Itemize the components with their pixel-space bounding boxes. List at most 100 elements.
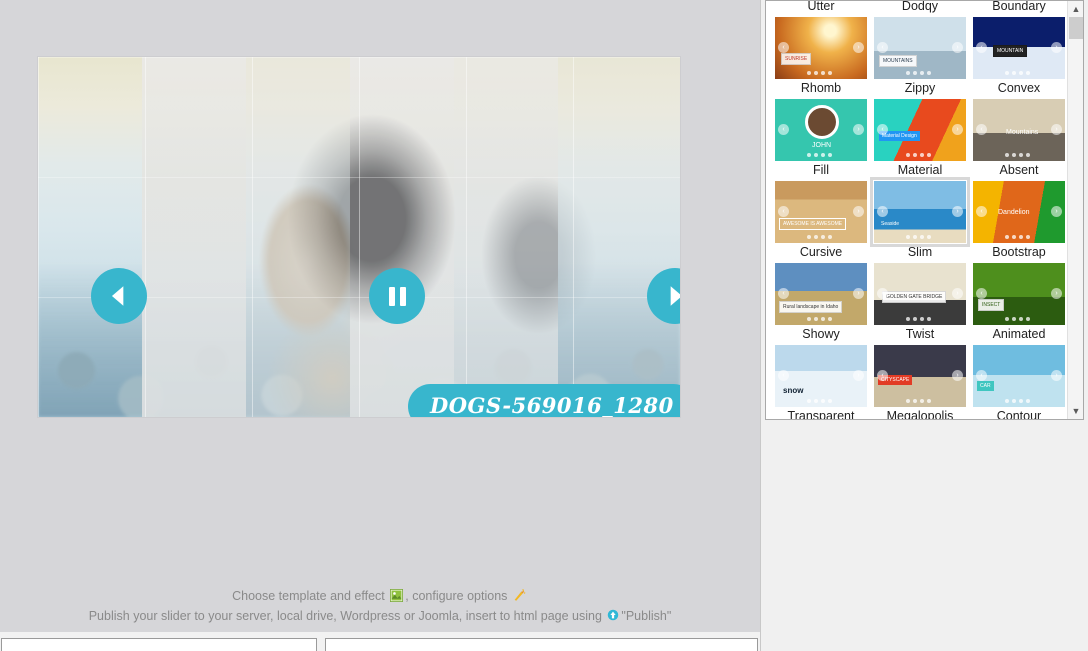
thumbnail-next-arrow-icon: › <box>952 206 963 217</box>
template-label: Dodqy <box>901 0 939 13</box>
slide-caption: DOGS-569016_1280 <box>408 384 680 417</box>
template-label: Animated <box>992 327 1046 341</box>
domino-strip <box>246 57 350 417</box>
template-item-cursive[interactable]: AWESOME IS AWESOME ‹ › Cursive <box>772 181 870 263</box>
template-thumbnail: INSECT ‹ › <box>973 263 1065 325</box>
thumbnail-prev-arrow-icon: ‹ <box>976 124 987 135</box>
template-item-twist[interactable]: GOLDEN GATE BRIDGE ‹ › Twist <box>871 263 969 345</box>
thumbnail-bullets <box>1005 235 1030 239</box>
thumbnail-prev-arrow-icon: ‹ <box>877 288 888 299</box>
slider-preview-stage[interactable]: DOGS-569016_1280 <box>38 57 680 417</box>
thumbnail-caption-chip: MOUNTAIN <box>993 45 1028 57</box>
domino-strip <box>142 57 246 417</box>
template-item-dodqy[interactable]: ‹›Dodqy <box>871 0 969 17</box>
template-label: Zippy <box>904 81 936 95</box>
template-label: Convex <box>997 81 1041 95</box>
thumbnail-prev-arrow-icon: ‹ <box>976 206 987 217</box>
template-label: Cursive <box>799 245 843 259</box>
template-label: Material <box>897 163 943 177</box>
scroll-up-button[interactable]: ▲ <box>1068 1 1083 17</box>
pause-icon-bar-right <box>399 286 406 306</box>
thumbnail-caption-chip: snow <box>783 386 804 395</box>
thumbnail-next-arrow-icon: › <box>1051 124 1062 135</box>
thumbnail-next-arrow-icon: › <box>853 288 864 299</box>
hint-line-2-part-b: "Publish" <box>621 609 672 623</box>
template-item-boundary[interactable]: Elegant Cat‹›Boundary <box>970 0 1068 17</box>
template-item-transparent[interactable]: snow ‹ › Transparent <box>772 345 870 419</box>
scroll-down-button[interactable]: ▼ <box>1068 403 1083 419</box>
thumbnail-prev-arrow-icon: ‹ <box>877 370 888 381</box>
thumbnail-prev-arrow-icon: ‹ <box>778 288 789 299</box>
template-label: Absent <box>999 163 1039 177</box>
thumbnail-prev-arrow-icon: ‹ <box>778 42 789 53</box>
template-item-showy[interactable]: Rural landscape in Idaho ‹ › Showy <box>772 263 870 345</box>
hint-text: Choose template and effect , configure o… <box>0 586 760 626</box>
thumbnail-caption-chip: Rural landscape in Idaho <box>779 301 843 313</box>
template-thumbnail: MOUNTAIN ‹ › <box>973 17 1065 79</box>
template-item-absent[interactable]: Mountains ‹ › Absent <box>970 99 1068 181</box>
thumbnail-caption-chip: Dandelion <box>998 209 1030 216</box>
thumbnail-next-arrow-icon: › <box>853 42 864 53</box>
template-thumbnail: Seaside ‹ › <box>870 177 970 247</box>
thumbnail-next-arrow-icon: › <box>853 206 864 217</box>
domino-strip <box>350 57 454 417</box>
template-picture-icon <box>390 589 404 602</box>
thumbnail-bullets <box>906 71 931 75</box>
template-thumbnail: Dandelion ‹ › <box>973 181 1065 243</box>
thumbnail-bullets <box>1005 71 1030 75</box>
template-label: Boundary <box>992 0 1046 13</box>
template-item-convex[interactable]: MOUNTAIN ‹ › Convex <box>970 17 1068 99</box>
thumbnail-bullets <box>1005 399 1030 403</box>
template-item-animated[interactable]: INSECT ‹ › Animated <box>970 263 1068 345</box>
template-item-contour[interactable]: CAR ‹ › Contour <box>970 345 1068 420</box>
avatar <box>805 105 839 139</box>
slider-pause-button[interactable] <box>369 268 425 324</box>
bottom-pane-left[interactable] <box>1 638 317 651</box>
preview-area: DOGS-569016_1280 Choose template and eff… <box>0 0 760 623</box>
template-item-bootstrap[interactable]: Dandelion ‹ › Bootstrap <box>970 181 1068 263</box>
hint-line-2-part-a: Publish your slider to your server, loca… <box>88 609 602 623</box>
chevron-right-icon <box>670 286 680 306</box>
thumbnail-bullets <box>807 399 832 403</box>
thumbnail-prev-arrow-icon: ‹ <box>877 124 888 135</box>
thumbnail-bullets <box>807 71 832 75</box>
slider-prev-button[interactable] <box>91 268 147 324</box>
template-label: Slim <box>907 245 933 259</box>
thumbnail-next-arrow-icon: › <box>1051 42 1062 53</box>
template-item-megalopolis[interactable]: CITYSCAPE ‹ › Megalopolis <box>871 345 969 420</box>
template-thumbnail: Rural landscape in Idaho ‹ › <box>775 263 867 325</box>
thumbnail-bullets <box>906 153 931 157</box>
template-gallery-scrollbar[interactable]: ▲ ▼ <box>1067 1 1083 419</box>
publish-upload-icon <box>608 609 619 621</box>
template-item-fill[interactable]: JOHN ‹ › Fill <box>772 99 870 181</box>
thumbnail-bullets <box>906 235 931 239</box>
thumbnail-caption-chip: INSECT <box>978 299 1005 311</box>
options-wand-icon <box>514 589 526 601</box>
template-gallery[interactable]: Utter‹›Utter‹›DodqyElegant Cat‹›Boundary… <box>765 0 1084 420</box>
template-label: Twist <box>905 327 935 341</box>
thumbnail-prev-arrow-icon: ‹ <box>976 370 987 381</box>
thumbnail-prev-arrow-icon: ‹ <box>778 124 789 135</box>
template-label: Megalopolis <box>886 409 954 420</box>
thumbnail-prev-arrow-icon: ‹ <box>877 42 888 53</box>
bottom-pane-right[interactable] <box>325 638 758 651</box>
scrollbar-thumb[interactable] <box>1069 17 1083 39</box>
template-label: Contour <box>996 409 1042 420</box>
domino-strip <box>558 57 680 417</box>
template-thumbnail: SUNRISE ‹ › <box>775 17 867 79</box>
thumbnail-caption-chip: Mountains <box>1006 129 1039 136</box>
thumbnail-prev-arrow-icon: ‹ <box>778 206 789 217</box>
template-item-rhomb[interactable]: SUNRISE ‹ › Rhomb <box>772 17 870 99</box>
thumbnail-next-arrow-icon: › <box>952 124 963 135</box>
domino-strip <box>454 57 558 417</box>
template-grid: Utter‹›Utter‹›DodqyElegant Cat‹›Boundary… <box>766 0 1065 420</box>
pause-icon-bar-left <box>388 286 395 306</box>
template-item-slim[interactable]: Seaside ‹ › Slim <box>870 177 970 263</box>
template-item-utter[interactable]: Utter‹›Utter <box>772 1 870 17</box>
template-item-material[interactable]: Material Design ‹ › Material <box>871 99 969 181</box>
template-thumbnail: snow ‹ › <box>775 345 867 407</box>
thumbnail-caption-chip: MOUNTAINS <box>879 55 917 67</box>
template-item-zippy[interactable]: MOUNTAINS ‹ › Zippy <box>871 17 969 99</box>
template-thumbnail: CAR ‹ › <box>973 345 1065 407</box>
bottom-panes-strip <box>0 632 760 651</box>
